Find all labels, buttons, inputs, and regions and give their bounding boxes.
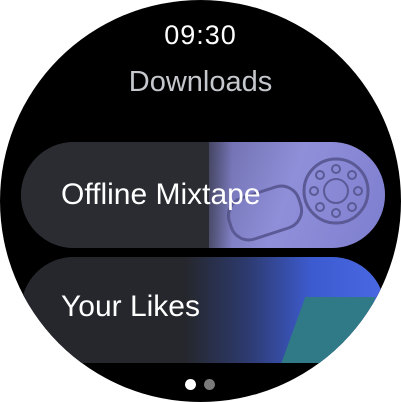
status-time: 09:30: [164, 20, 237, 50]
page-dot-active: [185, 379, 196, 390]
page-dot-inactive: [204, 379, 215, 390]
page-indicator: [185, 379, 225, 391]
playlist-chip-offline-mixtape[interactable]: Offline Mixtape: [21, 142, 385, 248]
playlist-label: Your Likes: [61, 290, 200, 323]
playlist-label: Offline Mixtape: [61, 178, 261, 211]
page-title: Downloads: [128, 66, 273, 98]
teal-shape: [272, 297, 376, 363]
watch-screen: 09:30 Downloads Offline Mixtape Your Lik…: [0, 0, 401, 402]
playlist-chip-your-likes[interactable]: Your Likes: [21, 257, 385, 363]
